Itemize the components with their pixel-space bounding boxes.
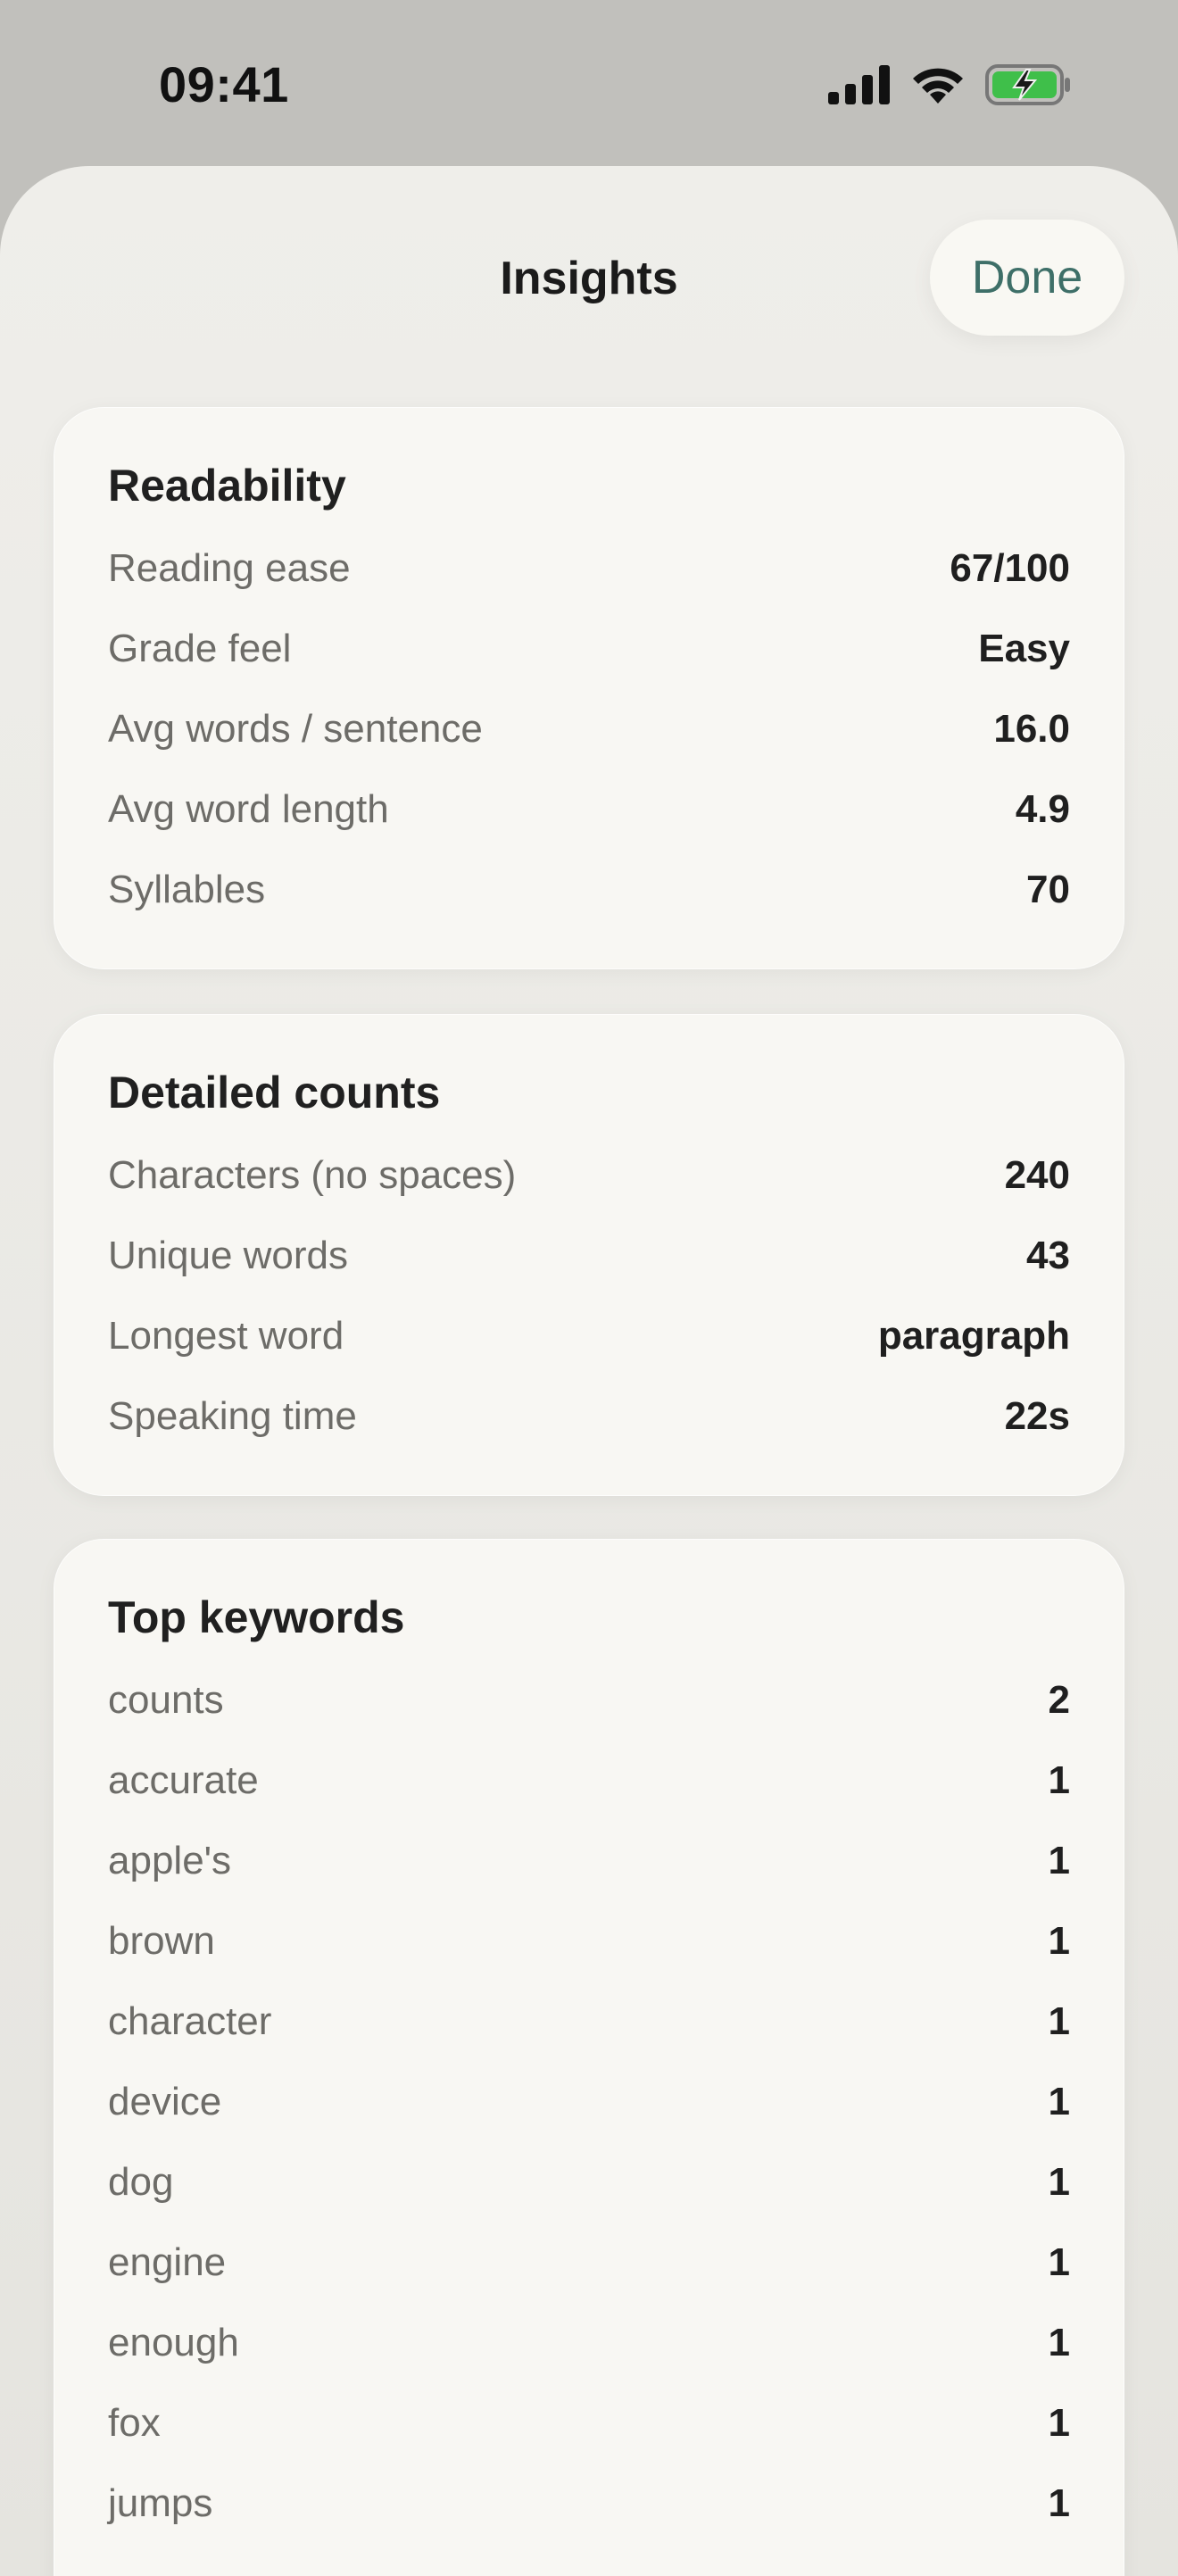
row-label: Speaking time bbox=[108, 1394, 357, 1438]
row-value: 1 bbox=[1048, 2321, 1070, 2364]
battery-charging-icon bbox=[985, 64, 1070, 105]
row-label: brown bbox=[108, 1919, 215, 1963]
row-label: Unique words bbox=[108, 1234, 349, 1277]
list-item: device 1 bbox=[108, 2075, 1070, 2129]
list-item: Avg word length 4.9 bbox=[108, 783, 1070, 836]
list-item: Reading ease 67/100 bbox=[108, 542, 1070, 595]
row-label: apple's bbox=[108, 1839, 232, 1882]
row-label: counts bbox=[108, 1678, 224, 1722]
list-item: counts 2 bbox=[108, 1674, 1070, 1727]
row-value: 43 bbox=[1026, 1234, 1070, 1277]
card-title: Detailed counts bbox=[108, 1068, 441, 1118]
list-item: Characters (no spaces) 240 bbox=[108, 1149, 1070, 1202]
row-value: 1 bbox=[1048, 2160, 1070, 2204]
row-value: 1 bbox=[1048, 2240, 1070, 2284]
row-value: 67/100 bbox=[950, 546, 1070, 590]
card-title: Readability bbox=[108, 461, 346, 511]
list-item: character 1 bbox=[108, 1995, 1070, 2048]
row-label: enough bbox=[108, 2321, 239, 2364]
row-label: Syllables bbox=[108, 868, 266, 911]
list-item: enough 1 bbox=[108, 2316, 1070, 2370]
row-label: engine bbox=[108, 2240, 227, 2284]
row-label: Avg word length bbox=[108, 787, 389, 831]
done-button[interactable]: Done bbox=[930, 220, 1124, 336]
row-value: 2 bbox=[1048, 1678, 1070, 1722]
list-item: Avg words / sentence 16.0 bbox=[108, 702, 1070, 756]
list-item: jumps 1 bbox=[108, 2477, 1070, 2530]
row-value: 1 bbox=[1048, 1999, 1070, 2043]
row-label: Longest word bbox=[108, 1314, 344, 1358]
wifi-icon bbox=[913, 68, 963, 104]
row-value: 70 bbox=[1026, 868, 1070, 911]
row-label: character bbox=[108, 1999, 272, 2043]
row-label: jumps bbox=[108, 2481, 213, 2525]
row-value: 1 bbox=[1048, 1919, 1070, 1963]
readability-card: Readability Reading ease 67/100 Grade fe… bbox=[54, 407, 1124, 969]
row-value: 22s bbox=[1004, 1394, 1070, 1438]
row-value: 1 bbox=[1048, 1839, 1070, 1882]
status-icons bbox=[828, 62, 1071, 107]
row-value: 1 bbox=[1048, 2481, 1070, 2525]
list-item: apple's 1 bbox=[108, 1834, 1070, 1888]
top-keywords-card: Top keywords counts 2 accurate 1 apple's… bbox=[54, 1539, 1124, 2576]
row-value: 1 bbox=[1048, 2080, 1070, 2123]
status-bar: 09:41 bbox=[0, 0, 1178, 166]
list-item: dog 1 bbox=[108, 2156, 1070, 2209]
row-label: Avg words / sentence bbox=[108, 707, 483, 751]
row-label: Characters (no spaces) bbox=[108, 1153, 517, 1197]
row-value: 1 bbox=[1048, 1758, 1070, 1802]
row-value: Easy bbox=[978, 627, 1070, 670]
list-item: accurate 1 bbox=[108, 1754, 1070, 1807]
cellular-signal-icon bbox=[828, 65, 890, 104]
row-label: device bbox=[108, 2080, 222, 2123]
list-item: Longest word paragraph bbox=[108, 1309, 1070, 1363]
insights-sheet: Insights Done Readability Reading ease 6… bbox=[0, 166, 1178, 2576]
row-label: dog bbox=[108, 2160, 174, 2204]
list-item: Syllables 70 bbox=[108, 863, 1070, 917]
row-label: accurate bbox=[108, 1758, 259, 1802]
card-title: Top keywords bbox=[108, 1592, 405, 1642]
row-value: paragraph bbox=[877, 1314, 1070, 1358]
list-item: Unique words 43 bbox=[108, 1229, 1070, 1283]
row-value: 4.9 bbox=[1015, 787, 1070, 831]
row-value: 16.0 bbox=[993, 707, 1070, 751]
list-item: fox 1 bbox=[108, 2397, 1070, 2450]
list-item: brown 1 bbox=[108, 1915, 1070, 1968]
row-label: Grade feel bbox=[108, 627, 292, 670]
row-value: 240 bbox=[1004, 1153, 1070, 1197]
row-label: Reading ease bbox=[108, 546, 351, 590]
status-time: 09:41 bbox=[159, 56, 289, 112]
sheet-header: Insights Done bbox=[0, 166, 1178, 407]
list-item: Speaking time 22s bbox=[108, 1390, 1070, 1443]
detailed-counts-card: Detailed counts Characters (no spaces) 2… bbox=[54, 1014, 1124, 1496]
row-value: 1 bbox=[1048, 2401, 1070, 2445]
list-item: engine 1 bbox=[108, 2236, 1070, 2289]
row-label: fox bbox=[108, 2401, 161, 2445]
list-item: Grade feel Easy bbox=[108, 622, 1070, 676]
